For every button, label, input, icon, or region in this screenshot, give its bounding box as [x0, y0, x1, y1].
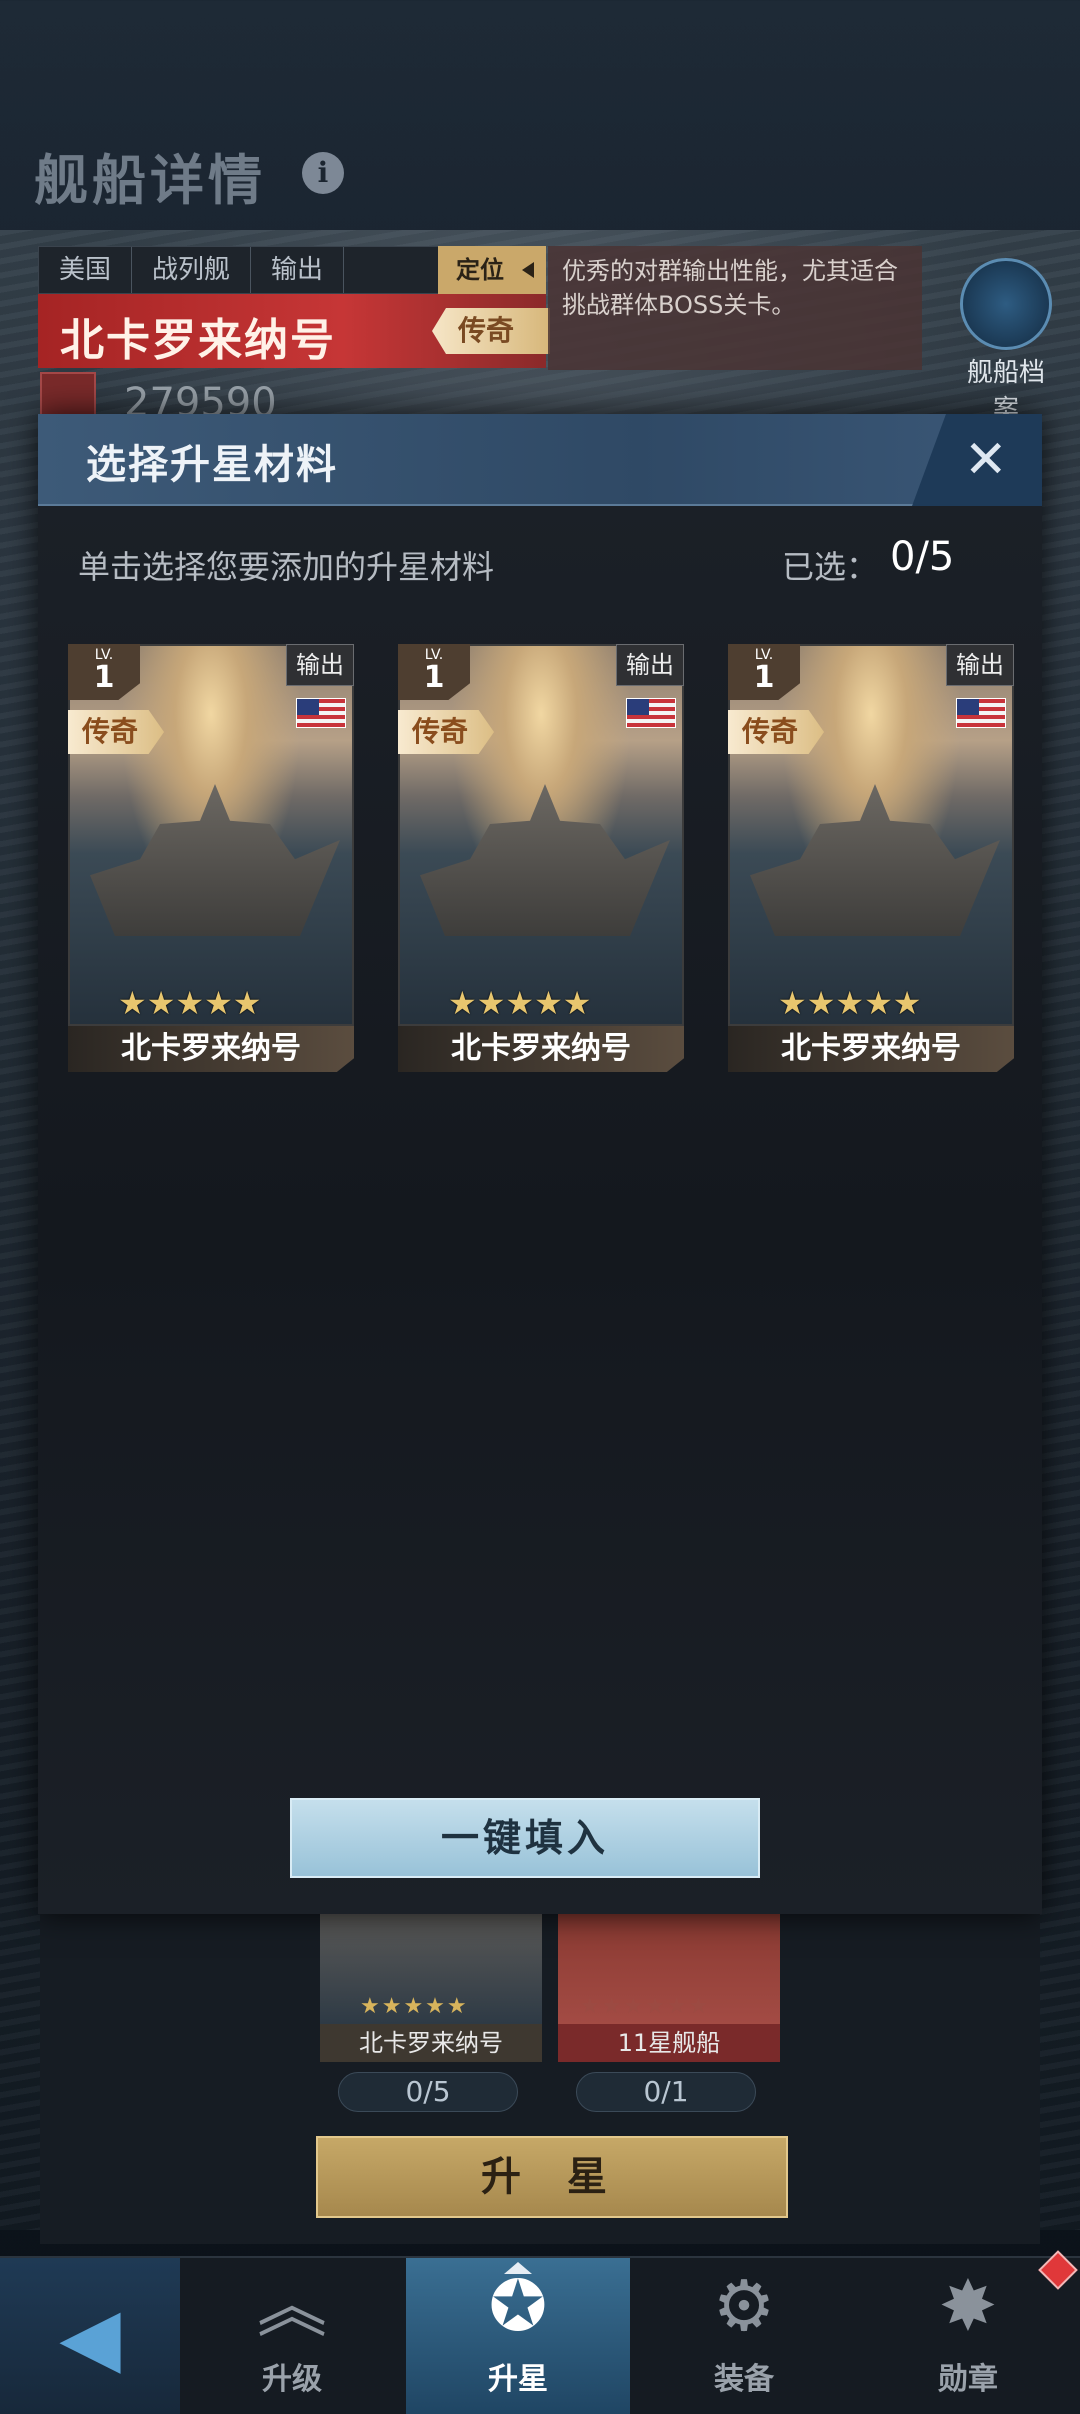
star-rating: ★★★★★ — [778, 984, 922, 1022]
info-icon[interactable]: i — [302, 152, 344, 194]
tag-role: 输出 — [251, 247, 345, 293]
tab-equipment[interactable]: ⚙ 装备 — [632, 2258, 856, 2414]
ship-archive-button[interactable]: 舰船档案 — [956, 258, 1056, 426]
selected-count: 0/5 — [890, 534, 955, 580]
back-button[interactable]: ◀ — [0, 2258, 180, 2414]
tag-class: 战列舰 — [132, 247, 252, 293]
rarity-badge: 传奇 — [398, 710, 494, 754]
material-card[interactable]: LV. 1 输出 传奇 ★★★★★ 北卡罗来纳号 — [68, 644, 354, 1072]
material-stars: ★★★★★★ — [580, 1994, 711, 2019]
modal-title: 选择升星材料 — [86, 442, 338, 488]
back-arrow-icon: ◀ — [59, 2290, 121, 2383]
role-badge: 输出 — [946, 644, 1014, 686]
us-flag-icon — [626, 698, 676, 728]
card-ship-name: 北卡罗来纳号 — [68, 1026, 354, 1072]
tag-country: 美国 — [39, 247, 133, 293]
material-count: 0/1 — [576, 2072, 756, 2112]
material-card[interactable]: LV. 1 输出 传奇 ★★★★★ 北卡罗来纳号 — [728, 644, 1014, 1072]
clipboard-icon — [960, 258, 1052, 350]
material-count: 0/5 — [338, 2072, 518, 2112]
tab-upgrade[interactable]: ︽ 升级 — [180, 2258, 404, 2414]
active-tab-indicator — [504, 2262, 532, 2274]
selected-label: 已选： — [782, 548, 879, 586]
select-material-modal: 选择升星材料 ✕ 单击选择您要添加的升星材料 已选： 0/5 LV. 1 输出 … — [38, 414, 1042, 1914]
us-flag-icon — [296, 698, 346, 728]
level-badge: LV. 1 — [398, 644, 470, 700]
auto-fill-button[interactable]: 一键填入 — [290, 1798, 760, 1878]
close-icon: ✕ — [964, 430, 1008, 490]
chevron-up-icon: ︽ — [257, 2265, 327, 2347]
ship-description: 优秀的对群输出性能，尤其适合挑战群体BOSS关卡。 — [548, 246, 922, 370]
star-rating: ★★★★★ — [448, 984, 592, 1022]
rarity-badge: 传奇 — [68, 710, 164, 754]
us-flag-icon — [956, 698, 1006, 728]
card-ship-name: 北卡罗来纳号 — [728, 1026, 1014, 1072]
tab-star-up[interactable]: ✪ 升星 — [406, 2258, 630, 2414]
ship-name: 北卡罗来纳号 — [60, 315, 336, 366]
material-card-list: LV. 1 输出 传奇 ★★★★★ 北卡罗来纳号 LV. 1 输出 传奇 ★★★… — [68, 644, 1018, 1074]
rarity-badge: 传奇 — [728, 710, 824, 754]
selection-hint: 单击选择您要添加的升星材料 — [78, 548, 495, 586]
position-toggle[interactable]: 定位 — [438, 246, 546, 294]
material-stars: ★★★★★ — [360, 1994, 469, 2019]
material-slot-same-ship[interactable]: ★★★★★ 北卡罗来纳号 — [320, 1914, 542, 2062]
ship-name-bar: 北卡罗来纳号 传奇 — [38, 294, 550, 368]
turret-icon: ⚙ — [712, 2265, 776, 2347]
rarity-tag: 传奇 — [432, 308, 550, 354]
role-badge: 输出 — [286, 644, 354, 686]
modal-header: 选择升星材料 ✕ — [38, 414, 1042, 506]
card-ship-name: 北卡罗来纳号 — [398, 1026, 684, 1072]
ship-header: 美国 战列舰 输出 定位 北卡罗来纳号 传奇 — [38, 246, 550, 370]
material-card[interactable]: LV. 1 输出 传奇 ★★★★★ 北卡罗来纳号 — [398, 644, 684, 1072]
role-badge: 输出 — [616, 644, 684, 686]
level-badge: LV. 1 — [728, 644, 800, 700]
tab-medal[interactable]: ✸ 勋章 — [856, 2258, 1080, 2414]
close-button[interactable]: ✕ — [912, 414, 1042, 506]
level-badge: LV. 1 — [68, 644, 140, 700]
bottom-nav: ◀ ︽ 升级 ✪ 升星 ⚙ 装备 ✸ 勋章 — [0, 2256, 1080, 2414]
page-title: 舰船详情 — [34, 149, 266, 212]
star-rating: ★★★★★ — [118, 984, 262, 1022]
star-up-button[interactable]: 升 星 — [316, 2136, 788, 2218]
material-name: 北卡罗来纳号 — [320, 2024, 542, 2062]
material-name: 11星舰船 — [558, 2024, 780, 2062]
material-slot-11-star[interactable]: ★★★★★★ 11星舰船 — [558, 1914, 780, 2062]
